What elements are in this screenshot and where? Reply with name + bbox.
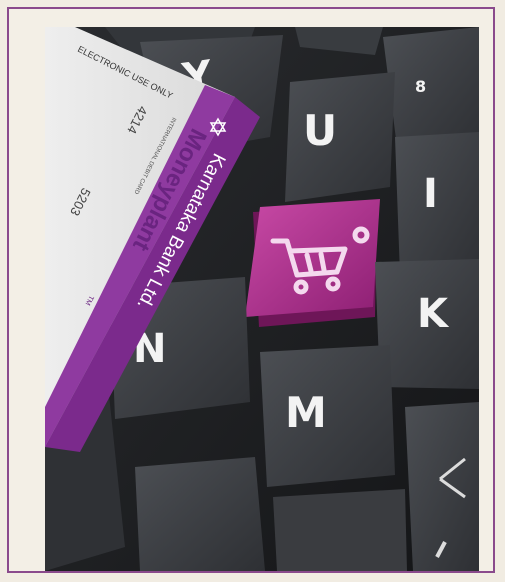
key-i: I xyxy=(395,132,479,277)
key-i-label: I xyxy=(423,171,438,217)
key-u-label: U xyxy=(303,106,337,155)
photo-frame: Y 8 U I K N M ELECTRONIC USE ONLY Moneyp… xyxy=(7,7,495,573)
shopping-cart-key xyxy=(245,199,380,327)
key-m-label: M xyxy=(285,388,327,437)
key-8: 8 xyxy=(383,27,479,147)
key-bottom-right xyxy=(405,402,479,571)
key-bottom-mid-right xyxy=(273,489,407,571)
key-u: U xyxy=(285,72,395,202)
key-m: M xyxy=(260,345,395,487)
key-8-label: 8 xyxy=(415,77,426,96)
key-k-label: K xyxy=(417,291,450,337)
key-bottom-center xyxy=(135,457,265,571)
keyboard-photo: Y 8 U I K N M ELECTRONIC USE ONLY Moneyp… xyxy=(45,27,479,571)
